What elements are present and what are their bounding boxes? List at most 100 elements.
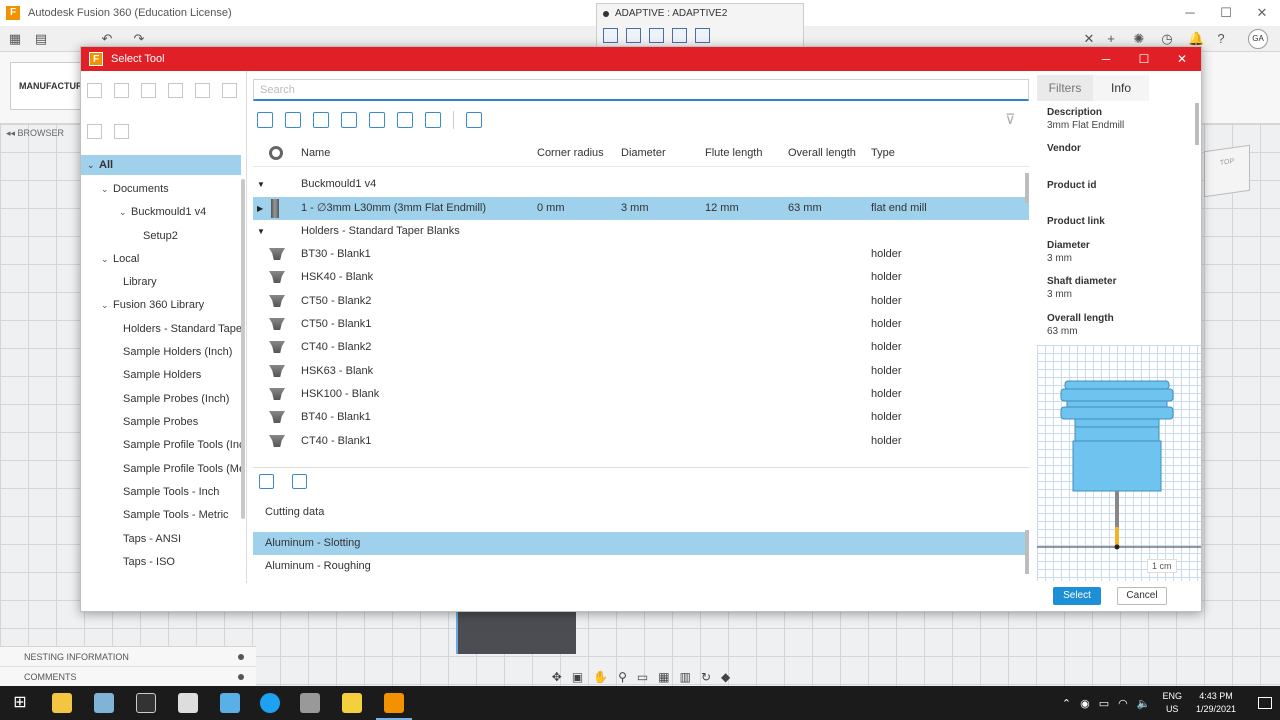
add-tool-icon[interactable] <box>257 112 273 128</box>
edit-preset-icon[interactable] <box>259 474 274 489</box>
tree-item-tools-metric[interactable]: Sample Tools - Metric <box>123 505 243 525</box>
collapse-icon[interactable]: ▼ <box>257 220 265 243</box>
skype-icon[interactable] <box>260 693 280 713</box>
adaptive-icon[interactable] <box>649 28 664 43</box>
look-at-icon[interactable]: ▣ <box>572 670 583 684</box>
comments-panel[interactable]: COMMENTS <box>0 667 256 687</box>
preset-row-roughing[interactable]: Aluminum - Roughing <box>253 555 1029 578</box>
display-icon[interactable]: ▭ <box>637 670 648 684</box>
tree-item-sample-probes[interactable]: Sample Probes <box>123 412 243 432</box>
chevron-down-icon[interactable]: ⌄ <box>87 155 99 175</box>
orbit-icon[interactable]: ✥ <box>552 670 562 684</box>
renumber-library-icon[interactable] <box>222 83 237 98</box>
action-center-icon[interactable] <box>1258 697 1272 709</box>
tree-item-taps-ansi[interactable]: Taps - ANSI <box>123 529 181 549</box>
expand-icon[interactable]: ▶ <box>257 197 263 220</box>
collapse-icon[interactable]: ▼ <box>257 173 265 196</box>
chevron-up-icon[interactable]: ⌃ <box>1062 697 1071 710</box>
zoom-icon[interactable]: ⚲ <box>618 670 627 684</box>
file-icon[interactable]: ▤ <box>34 32 48 46</box>
refresh-icon[interactable]: ↻ <box>701 670 711 684</box>
windows-start-icon[interactable]: ⊞ <box>10 693 30 713</box>
sticky-notes-icon[interactable] <box>342 693 362 713</box>
remote-desktop-icon[interactable] <box>178 693 198 713</box>
column-type[interactable]: Type <box>871 139 895 167</box>
cancel-button[interactable]: Cancel <box>1117 587 1167 605</box>
extensions-icon[interactable]: ✺ <box>1132 32 1146 46</box>
tree-item-sample-probes-inch[interactable]: Sample Probes (Inch) <box>123 389 243 409</box>
tree-item-tools-inch[interactable]: Sample Tools - Inch <box>123 482 243 502</box>
network-icon[interactable]: ◉ <box>1080 697 1090 710</box>
search-input[interactable]: Search <box>253 79 1029 101</box>
tab-info[interactable]: Info <box>1093 75 1149 101</box>
language-indicator[interactable]: ENG US <box>1162 690 1182 716</box>
new-library-icon[interactable] <box>87 83 102 98</box>
dialog-close-icon[interactable]: ✕ <box>1163 47 1201 71</box>
group-row-buckmould[interactable]: ▼ Buckmould1 v4 <box>253 173 1029 196</box>
info-scrollbar[interactable] <box>1195 103 1199 145</box>
display-settings-icon[interactable] <box>220 693 240 713</box>
column-name[interactable]: Name <box>301 139 330 167</box>
setup-icon[interactable] <box>626 28 641 43</box>
tree-item-holders-standard[interactable]: Holders - Standard Taper <box>123 319 243 339</box>
job-status-icon[interactable]: ◷ <box>1160 32 1174 46</box>
volume-icon[interactable]: 🔈 <box>1137 697 1151 710</box>
import-library-icon[interactable] <box>168 83 183 98</box>
user-avatar[interactable]: GA <box>1248 29 1268 49</box>
sheet-icon[interactable] <box>695 28 710 43</box>
browser-header[interactable]: ◂◂ BROWSER <box>6 128 64 139</box>
group-row-holders[interactable]: ▼ Holders - Standard Taper Blanks <box>253 220 1029 243</box>
grid-icon[interactable]: ▦ <box>658 670 669 684</box>
file-explorer-icon[interactable] <box>52 693 72 713</box>
table-row[interactable]: CT50 - Blank2 holder <box>253 290 1029 313</box>
nc-program-icon[interactable] <box>672 28 687 43</box>
grid-menu-icon[interactable]: ▦ <box>8 32 22 46</box>
edit-library-icon[interactable] <box>114 83 129 98</box>
chevron-down-icon[interactable]: ⌄ <box>101 249 113 269</box>
tool-library-icon[interactable] <box>603 28 618 43</box>
view-cube[interactable]: TOP <box>1204 144 1250 198</box>
column-diameter[interactable]: Diameter <box>621 139 666 167</box>
clock[interactable]: 4:43 PM 1/29/2021 <box>1196 690 1236 716</box>
redo-icon[interactable]: ↷ <box>132 32 146 46</box>
tab-filters[interactable]: Filters <box>1037 75 1093 101</box>
effects-icon[interactable]: ◆ <box>721 670 730 684</box>
fusion360-taskbar-icon[interactable] <box>376 693 412 720</box>
document-tab[interactable]: ADAPTIVE : ADAPTIVE2 <box>596 3 804 49</box>
clean-library-icon[interactable] <box>87 124 102 139</box>
tree-item-all[interactable]: ⌄ All <box>81 155 241 175</box>
tree-item-documents[interactable]: ⌄ Documents <box>101 179 169 199</box>
table-row[interactable]: CT40 - Blank1 holder <box>253 430 1029 453</box>
workspace-switcher[interactable]: MANUFACTUR <box>10 62 83 110</box>
tree-item-library[interactable]: Library <box>123 272 157 292</box>
undo-icon[interactable]: ↶ <box>100 32 114 46</box>
terminal-icon[interactable] <box>136 693 156 713</box>
preset-row-slotting[interactable]: Aluminum - Slotting <box>253 532 1029 555</box>
export-library-icon[interactable] <box>195 83 210 98</box>
select-button[interactable]: Select <box>1053 587 1101 605</box>
help-icon[interactable]: ? <box>1214 32 1228 46</box>
chevron-down-icon[interactable]: ⌄ <box>119 202 131 222</box>
column-overall-length[interactable]: Overall length <box>788 139 856 167</box>
new-tab-icon[interactable]: + <box>1104 32 1118 46</box>
table-row[interactable]: HSK40 - Blank holder <box>253 266 1029 289</box>
dialog-minimize-icon[interactable]: ─ <box>1087 47 1125 71</box>
tree-item-sample-holders[interactable]: Sample Holders <box>123 365 243 385</box>
table-row[interactable]: CT40 - Blank2 holder <box>253 336 1029 359</box>
notepad-icon[interactable] <box>94 693 114 713</box>
nesting-information-panel[interactable]: NESTING INFORMATION <box>0 647 256 667</box>
table-row[interactable]: HSK100 - Blank holder <box>253 383 1029 406</box>
column-corner-radius[interactable]: Corner radius <box>537 139 604 167</box>
wifi-icon[interactable]: ◠ <box>1118 697 1128 710</box>
duplicate-tool-icon[interactable] <box>369 112 385 128</box>
cutting-scrollbar[interactable] <box>1025 530 1029 574</box>
tree-item-local[interactable]: ⌄ Local <box>101 249 139 269</box>
close-tab-icon[interactable]: ✕ <box>1082 32 1096 46</box>
paste-tool-icon[interactable] <box>341 112 357 128</box>
maximize-icon[interactable]: ☐ <box>1208 0 1244 26</box>
chevron-down-icon[interactable]: ⌄ <box>101 179 113 199</box>
tree-scrollbar[interactable] <box>241 179 245 519</box>
tree-item-setup2[interactable]: Setup2 <box>143 226 178 246</box>
viewports-icon[interactable]: ▥ <box>680 670 691 684</box>
delete-preset-icon[interactable] <box>292 474 307 489</box>
